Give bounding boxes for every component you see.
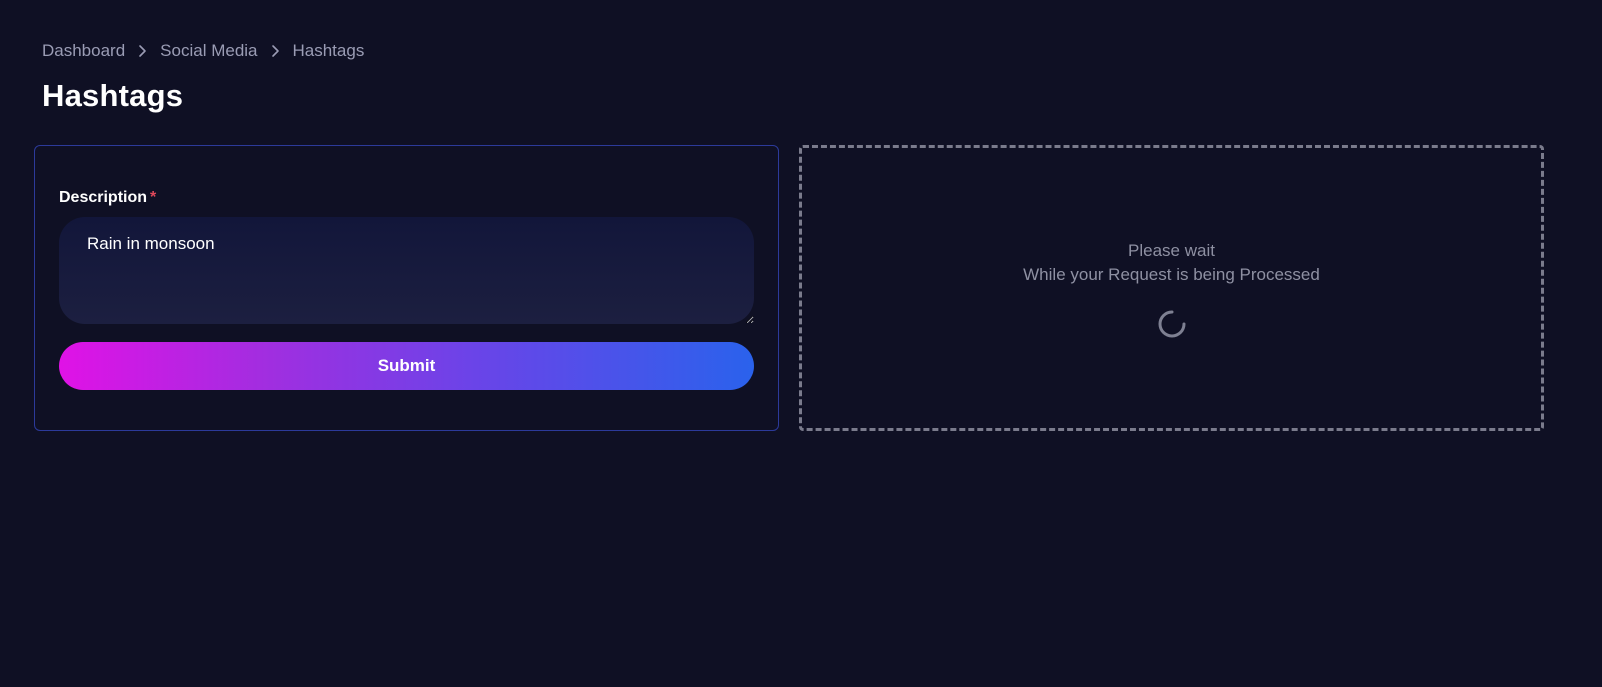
status-processing-message: While your Request is being Processed [1023, 265, 1320, 284]
loading-spinner-icon [1158, 310, 1185, 338]
hashtag-form-card: Description * Rain in monsoon Submit [34, 145, 779, 431]
required-star: * [150, 189, 157, 206]
description-textarea[interactable]: Rain in monsoon [59, 217, 754, 324]
breadcrumb-hashtags: Hashtags [292, 41, 365, 60]
description-label-text: Description [59, 189, 148, 206]
description-label: Description * [59, 189, 156, 207]
breadcrumb-dashboard[interactable]: Dashboard [42, 41, 125, 61]
submit-button[interactable]: Submit [59, 342, 754, 390]
breadcrumb: Dashboard Social Media Hashtags [42, 41, 364, 61]
breadcrumb-social-media[interactable]: Social Media [160, 41, 257, 61]
chevron-right-icon [268, 44, 282, 58]
processing-status-panel: Please wait While your Request is being … [799, 145, 1544, 431]
status-please-wait: Please wait [1128, 241, 1215, 260]
page-title: Hashtags [42, 78, 184, 113]
chevron-right-icon [135, 44, 149, 58]
